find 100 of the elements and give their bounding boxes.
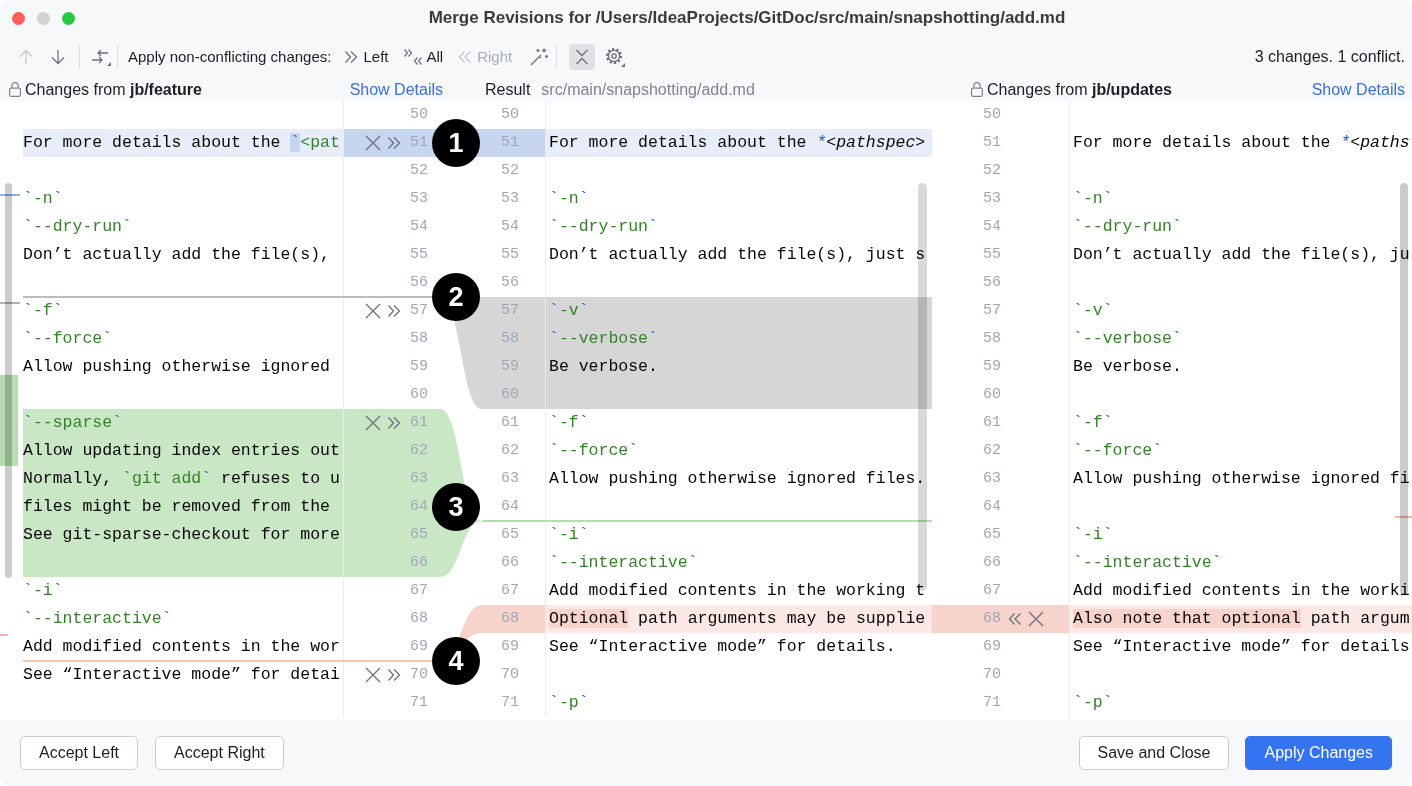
line-number: 61 [501,412,519,433]
pane-title: Changes from jb/updates [987,79,1172,100]
double-chevrons-icon[interactable] [403,49,422,65]
line-number: 67 [983,580,1001,601]
line-number: 66 [410,552,428,573]
line-number: 59 [410,356,428,377]
show-details-link[interactable]: Show Details [1311,77,1405,102]
code-line: `--interactive` [545,549,932,577]
line-number: 68 [501,608,519,629]
line-number: 69 [983,636,1001,657]
line-number: 57 [410,300,428,321]
toolbar-button[interactable]: Left [344,45,389,69]
collapse-icon[interactable] [574,49,591,65]
line-number: 50 [410,104,428,125]
double-chevron-icon[interactable] [387,136,401,150]
code-line: Allow pushing otherwise ignored files. [545,465,932,493]
line-number: 71 [501,692,519,713]
line-number: 66 [501,552,519,573]
code-line: `-f` [545,409,932,437]
line-number: 55 [501,244,519,265]
double-chevron-icon[interactable] [1008,612,1022,626]
line-number: 63 [983,468,1001,489]
line-number: 56 [983,272,1001,293]
line-number: 53 [501,188,519,209]
line-number: 51 [983,132,1001,153]
line-number: 54 [501,216,519,237]
line-number: 62 [410,440,428,461]
line-number: 55 [410,244,428,265]
code-line: Add modified contents in the wor [23,636,341,658]
line-number: 57 [983,300,1001,321]
double-chevron-icon[interactable] [344,50,359,64]
code-line: `--dry-run` [23,216,133,238]
line-number: 52 [501,160,519,181]
line-number: 64 [983,496,1001,517]
code-line: Allow pushing otherwise ignored [23,356,331,378]
close-window-icon[interactable] [12,11,25,25]
code-line: `--interactive` [23,608,173,630]
code-line: Don’t actually add the file(s), ju [1069,241,1412,269]
code-line: Don’t actually add the file(s), [23,244,331,266]
change-summary: 3 changes. 1 conflict. [1254,47,1405,67]
code-line: `-n` [23,188,64,210]
double-chevron-icon[interactable] [387,668,401,682]
line-number: 58 [983,328,1001,349]
code-line: `--verbose` [1069,325,1412,353]
line-number: 50 [501,104,519,125]
arrow-down-icon[interactable] [50,49,66,65]
line-number: 71 [410,692,428,713]
code-line: `-i` [545,521,932,549]
line-number: 53 [983,188,1001,209]
code-line: `--force` [23,328,114,350]
pane-title: Result [485,79,531,100]
zoom-window-icon[interactable] [62,11,75,25]
line-number: 64 [410,496,428,517]
cross-icon[interactable] [365,415,381,431]
number-badge: 4 [432,637,480,685]
line-number: 51 [410,132,428,153]
show-details-link[interactable]: Show Details [349,77,443,102]
code-line: `-i` [1069,521,1412,549]
line-number: 56 [501,272,519,293]
code-line: `-f` [1069,409,1412,437]
line-number: 54 [410,216,428,237]
file-path: src/main/snapshotting/add.md [541,79,755,100]
toolbar-button[interactable] [569,44,596,70]
pane-title: Changes from jb/feature [25,79,202,100]
cross-icon[interactable] [365,135,381,151]
line-number: 65 [410,524,428,545]
line-number: 55 [983,244,1001,265]
line-number: 62 [983,440,1001,461]
double-chevron-icon[interactable] [387,304,401,318]
dialog-button[interactable]: Accept Left [20,736,139,770]
double-chevron-icon[interactable] [387,416,401,430]
swap-arrows-icon[interactable] [91,48,111,66]
line-number: 64 [501,496,519,517]
line-number: 63 [410,468,428,489]
line-number: 71 [983,692,1001,713]
code-line: `-n` [545,185,932,213]
dialog-button[interactable]: Save and Close [1078,736,1230,770]
toolbar-label: Apply non-conflicting changes: [128,46,332,67]
code-line: `--force` [545,437,932,465]
line-number: 58 [410,328,428,349]
scrollbar-thumb[interactable] [5,183,12,578]
code-line: `-p` [545,689,932,717]
cross-icon[interactable] [1028,611,1044,627]
toolbar-button[interactable]: All [403,45,444,69]
line-number: 60 [983,384,1001,405]
dialog-button[interactable]: Accept Right [155,736,284,770]
code-line: `--dry-run` [545,213,932,241]
line-number: 66 [983,552,1001,573]
dialog-button[interactable]: Apply Changes [1245,736,1392,770]
cross-icon[interactable] [365,667,381,683]
line-number: 60 [410,384,428,405]
line-number: 69 [501,636,519,657]
code-line: `-i` [23,580,64,602]
code-line: For more details about the *<paths [1069,129,1412,157]
cross-icon[interactable] [365,303,381,319]
line-number: 50 [983,104,1001,125]
code-line: Don’t actually add the file(s), just s [545,241,932,269]
code-line: `--dry-run` [1069,213,1412,241]
line-number: 65 [983,524,1001,545]
line-number: 51 [501,132,519,153]
